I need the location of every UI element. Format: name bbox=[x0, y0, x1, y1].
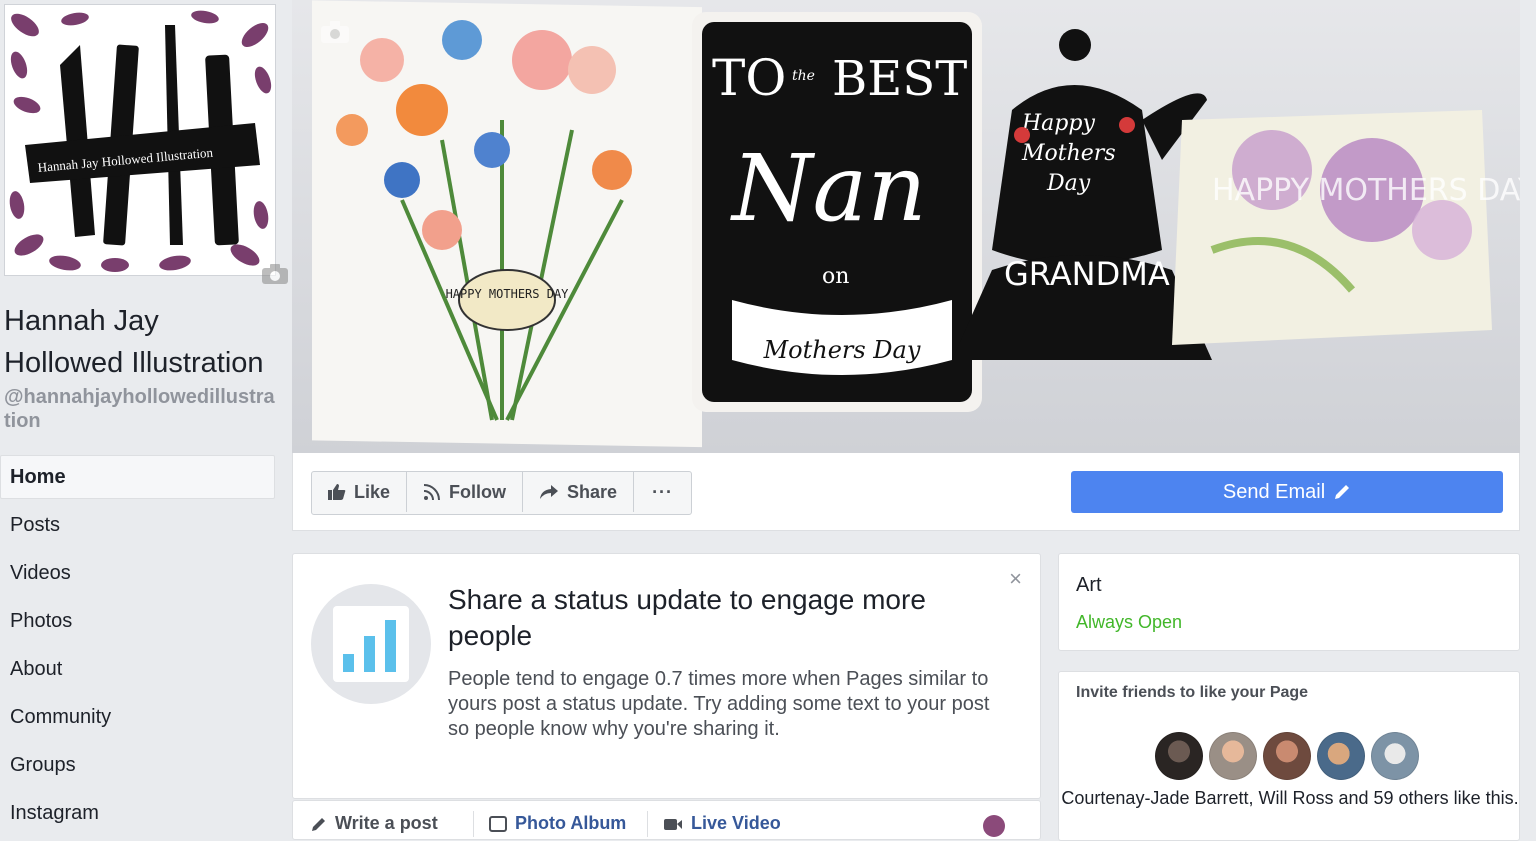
write-post-tab[interactable]: Write a post bbox=[311, 813, 438, 834]
nav-item-about[interactable]: About bbox=[0, 647, 275, 691]
svg-text:Day: Day bbox=[1046, 171, 1091, 196]
invite-friends-card: Invite friends to like your Page Courten… bbox=[1058, 671, 1520, 841]
svg-text:BEST: BEST bbox=[832, 51, 967, 107]
rss-icon bbox=[423, 484, 441, 501]
photo-album-label: Photo Album bbox=[515, 813, 627, 833]
pencil-icon bbox=[1335, 485, 1350, 499]
cover-card-nan: TO the BEST Nan on Mothers Day bbox=[692, 12, 982, 412]
follow-label: Follow bbox=[449, 481, 507, 502]
avatar[interactable] bbox=[1371, 732, 1419, 780]
card1-text: HAPPY MOTHERS DAY bbox=[446, 287, 570, 301]
video-camera-icon bbox=[664, 818, 682, 830]
action-button-group: Like Follow Share ··· bbox=[311, 471, 693, 515]
status-update-prompt: Share a status update to engage more peo… bbox=[292, 553, 1041, 799]
avatar[interactable] bbox=[1317, 732, 1365, 780]
send-email-button[interactable]: Send Email bbox=[1071, 471, 1503, 513]
nav-item-community[interactable]: Community bbox=[0, 695, 275, 739]
chart-illustration bbox=[311, 584, 431, 704]
cover-card-watercolor: HAPPY MOTHERS DAY bbox=[1172, 110, 1520, 345]
photo-album-icon bbox=[489, 815, 507, 832]
nav-item-instagram[interactable]: Instagram bbox=[0, 791, 275, 835]
svg-text:Mothers: Mothers bbox=[1021, 141, 1116, 166]
nav-item-posts[interactable]: Posts bbox=[0, 503, 275, 547]
page-nav: Home Posts Videos Photos About Community… bbox=[0, 455, 275, 839]
pencil-icon bbox=[312, 817, 325, 831]
more-dots-icon: ··· bbox=[652, 481, 674, 502]
page-action-bar: Like Follow Share ··· Send Email bbox=[292, 453, 1520, 531]
follow-button[interactable]: Follow bbox=[407, 472, 524, 512]
svg-text:on: on bbox=[822, 264, 849, 289]
opening-hours: Always Open bbox=[1076, 612, 1183, 632]
avatar[interactable] bbox=[1263, 732, 1311, 780]
nav-item-photos[interactable]: Photos bbox=[0, 599, 275, 643]
friend-avatars bbox=[1155, 732, 1425, 780]
cover-camera-icon[interactable] bbox=[320, 20, 350, 49]
share-label: Share bbox=[567, 481, 618, 502]
live-video-tab[interactable]: Live Video bbox=[663, 813, 781, 834]
cover-photo[interactable]: HAPPY MOTHERS DAY TO the BEST Nan on Mot… bbox=[292, 0, 1520, 453]
svg-text:HAPPY MOTHERS DAY: HAPPY MOTHERS DAY bbox=[1212, 173, 1520, 208]
more-options-button[interactable]: ··· bbox=[634, 472, 691, 512]
svg-text:GRANDMA: GRANDMA bbox=[1004, 255, 1170, 293]
photo-album-tab[interactable]: Photo Album bbox=[489, 813, 626, 834]
status-prompt-title: Share a status update to engage more peo… bbox=[448, 584, 926, 651]
svg-text:Mothers Day: Mothers Day bbox=[763, 336, 921, 364]
live-video-label: Live Video bbox=[691, 813, 781, 833]
nav-item-home[interactable]: Home bbox=[0, 455, 275, 499]
avatar[interactable] bbox=[1209, 732, 1257, 780]
page-title[interactable]: Hannah Jay Hollowed Illustration bbox=[4, 300, 284, 384]
share-arrow-icon bbox=[540, 485, 559, 499]
friends-like-text[interactable]: Courtenay-Jade Barrett, Will Ross and 59… bbox=[1059, 787, 1521, 810]
profile-picture[interactable]: Hannah Jay Hollowed Illustration bbox=[4, 4, 288, 284]
page-handle[interactable]: @hannahjayhollowedillustration bbox=[4, 385, 279, 433]
bar-chart-icon bbox=[333, 606, 409, 682]
composer-divider bbox=[473, 811, 474, 837]
page-category[interactable]: Art bbox=[1076, 574, 1102, 597]
svg-text:the: the bbox=[792, 68, 815, 84]
like-button[interactable]: Like bbox=[312, 472, 408, 512]
about-summary-card: Art Always Open bbox=[1058, 553, 1520, 651]
svg-text:Nan: Nan bbox=[730, 135, 927, 242]
nav-item-groups[interactable]: Groups bbox=[0, 743, 275, 787]
post-as-avatar[interactable] bbox=[983, 815, 1005, 837]
avatar[interactable] bbox=[1155, 732, 1203, 780]
composer-divider bbox=[647, 811, 648, 837]
svg-text:TO: TO bbox=[712, 49, 786, 107]
share-button[interactable]: Share bbox=[523, 472, 635, 512]
cover-card-bouquet: HAPPY MOTHERS DAY bbox=[312, 0, 702, 448]
send-email-label: Send Email bbox=[1222, 480, 1326, 503]
status-prompt-body: People tend to engage 0.7 times more whe… bbox=[448, 668, 990, 740]
write-post-label: Write a post bbox=[335, 813, 438, 833]
svg-text:Happy: Happy bbox=[1021, 111, 1095, 136]
post-composer-tabs: Write a post Photo Album Live Video bbox=[292, 800, 1041, 840]
close-icon[interactable]: × bbox=[1009, 566, 1022, 592]
nav-item-videos[interactable]: Videos bbox=[0, 551, 275, 595]
like-label: Like bbox=[354, 481, 391, 502]
thumbs-up-icon bbox=[328, 484, 346, 500]
invite-title: Invite friends to like your Page bbox=[1076, 684, 1309, 701]
